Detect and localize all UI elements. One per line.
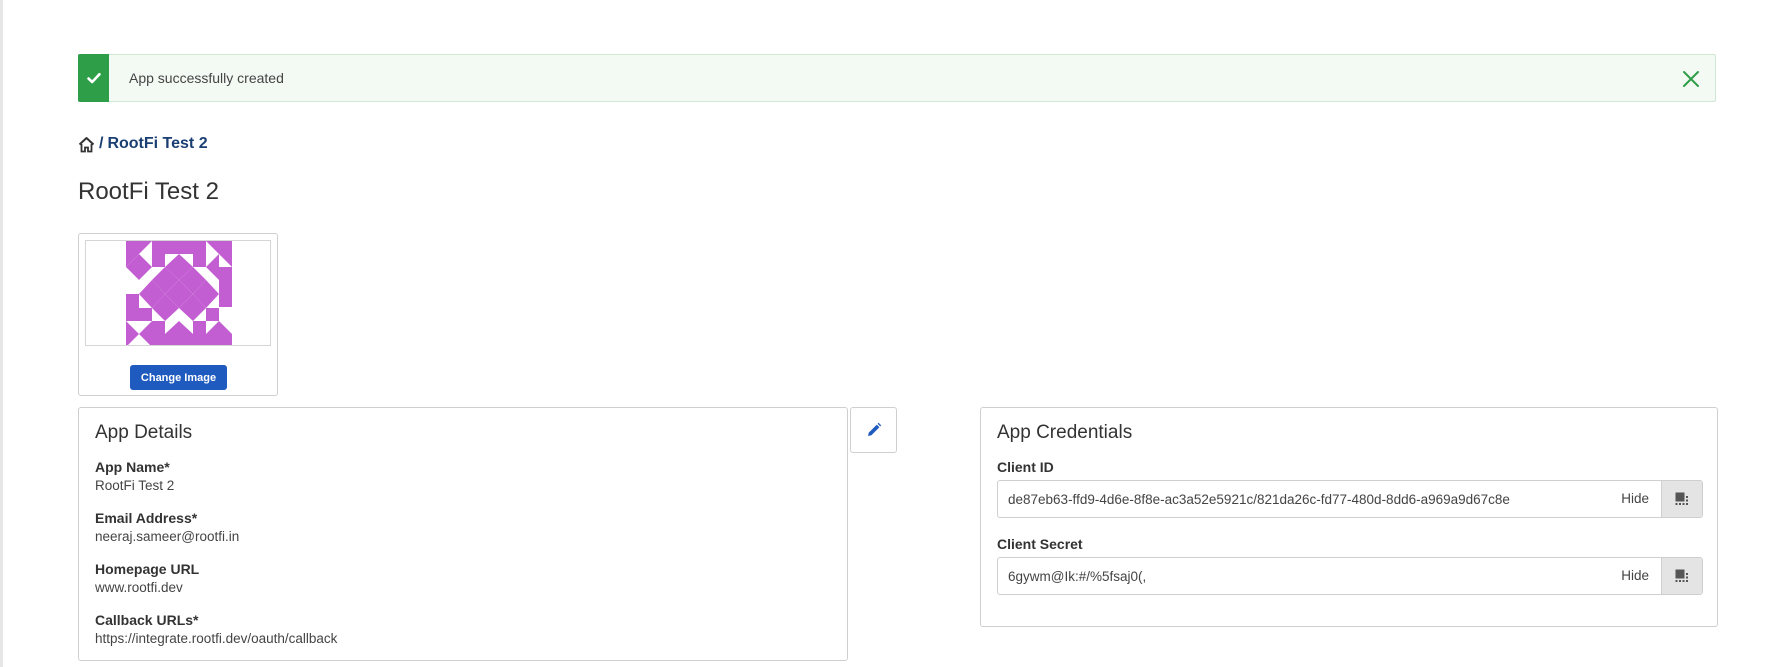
copy-icon — [1675, 569, 1688, 582]
identicon-image — [126, 241, 232, 345]
app-details-title: App Details — [95, 422, 193, 443]
home-icon[interactable] — [78, 136, 95, 153]
client-secret-input[interactable] — [998, 559, 1610, 593]
alert-message: App successfully created — [129, 70, 284, 86]
app-image — [85, 240, 271, 346]
success-alert: App successfully created — [78, 53, 1716, 102]
client-secret-input-group: Hide — [997, 557, 1703, 595]
app-details-panel: App Details App Name* RootFi Test 2 Emai… — [78, 407, 848, 661]
field-value: https://integrate.rootfi.dev/oauth/callb… — [95, 631, 338, 646]
page-title: RootFi Test 2 — [78, 178, 219, 205]
copy-icon — [1675, 492, 1688, 505]
client-secret-hide-button[interactable]: Hide — [1609, 558, 1661, 594]
client-id-input-group: Hide — [997, 480, 1703, 518]
client-id-label: Client ID — [997, 459, 1054, 475]
client-secret-field: Client Secret Hide — [997, 535, 1703, 595]
breadcrumb-current[interactable]: RootFi Test 2 — [107, 135, 207, 153]
edit-details-button[interactable] — [850, 407, 897, 453]
client-secret-label: Client Secret — [997, 536, 1083, 552]
pencil-icon — [867, 422, 881, 436]
client-secret-copy-button[interactable] — [1661, 558, 1702, 594]
client-id-copy-button[interactable] — [1661, 481, 1702, 517]
homepage-url-field: Homepage URL www.rootfi.dev — [95, 560, 199, 597]
left-border — [0, 0, 3, 667]
field-label: Email Address* — [95, 510, 198, 526]
breadcrumb: / RootFi Test 2 — [78, 133, 208, 155]
app-credentials-title: App Credentials — [997, 422, 1133, 443]
field-value: neeraj.sameer@rootfi.in — [95, 529, 240, 544]
field-label: App Name* — [95, 459, 170, 475]
callback-urls-field: Callback URLs* https://integrate.rootfi.… — [95, 611, 337, 648]
check-icon — [78, 53, 109, 102]
field-label: Callback URLs* — [95, 612, 199, 628]
field-value: www.rootfi.dev — [95, 580, 183, 595]
app-credentials-panel: App Credentials Client ID Hide Client Se… — [980, 407, 1718, 627]
client-id-input[interactable] — [998, 482, 1610, 516]
client-id-hide-button[interactable]: Hide — [1609, 481, 1661, 517]
email-field: Email Address* neeraj.sameer@rootfi.in — [95, 509, 239, 546]
app-image-card: Change Image — [78, 233, 278, 396]
close-icon[interactable] — [1679, 67, 1703, 91]
field-label: Homepage URL — [95, 561, 200, 577]
client-id-field: Client ID Hide — [997, 458, 1703, 518]
app-name-field: App Name* RootFi Test 2 — [95, 458, 174, 495]
field-value: RootFi Test 2 — [95, 478, 175, 493]
breadcrumb-separator: / — [99, 135, 104, 152]
change-image-button[interactable]: Change Image — [130, 365, 227, 390]
